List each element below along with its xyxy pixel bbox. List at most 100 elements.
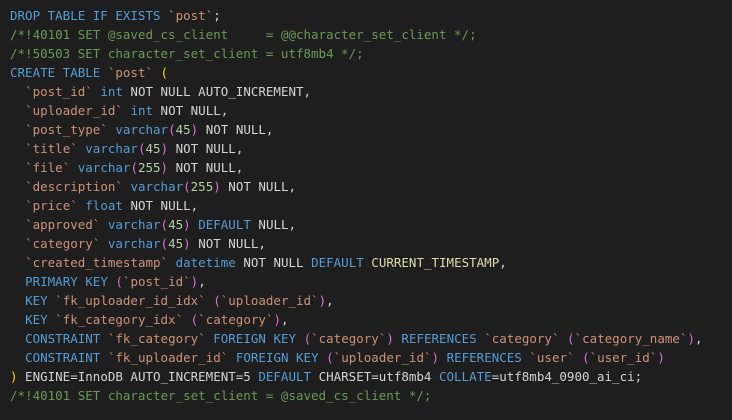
- code-token-ident: `price`: [25, 198, 78, 213]
- code-token-ident: `category`: [484, 331, 560, 346]
- code-token-bracket2: (: [326, 350, 334, 365]
- code-token-bracket2: (: [115, 274, 123, 289]
- code-token-comment: /*!40101 SET character_set_client = @sav…: [10, 388, 432, 403]
- code-token-bracket2: (: [303, 331, 312, 346]
- code-token-keyword: varchar: [115, 122, 169, 137]
- code-token-keyword: datetime: [175, 255, 236, 270]
- code-token-plain: NOT NULL,: [198, 122, 274, 137]
- code-token-bracket2: ): [183, 236, 191, 251]
- code-token-ident: `post`: [168, 8, 214, 23]
- code-line: `uploader_id` int NOT NULL,: [10, 101, 732, 120]
- code-token-keyword: REFERENCES: [446, 350, 522, 365]
- code-token-function: CURRENT_TIMESTAMP: [371, 255, 500, 270]
- code-token-ident: `post_id`: [122, 274, 191, 289]
- code-token-bracket2: ): [160, 141, 169, 156]
- code-token-number: 45: [168, 217, 184, 232]
- code-token-keyword: FOREIGN KEY: [213, 331, 297, 346]
- code-token-keyword: KEY: [25, 293, 48, 308]
- code-token-ident: `post_id`: [25, 84, 93, 99]
- code-token-comment: /*!50503 SET character_set_client = utf8…: [10, 46, 364, 61]
- code-token-keyword: REFERENCES: [401, 331, 477, 346]
- code-token-keyword: varchar: [107, 217, 161, 232]
- code-token-bracket2: (: [582, 350, 590, 365]
- code-token-plain: ,: [499, 255, 507, 270]
- code-token-keyword: CREATE TABLE: [10, 65, 108, 80]
- code-token-keyword: varchar: [77, 160, 131, 175]
- code-token-number: 45: [145, 141, 161, 156]
- code-token-keyword: CONSTRAINT: [25, 331, 101, 346]
- code-token-ident: `post_type`: [25, 122, 108, 137]
- code-token-bracket1: (: [160, 65, 169, 80]
- code-token-bracket2: ): [183, 217, 191, 232]
- code-line: KEY `fk_category_idx` (`category`),: [10, 310, 732, 329]
- code-line: `created_timestamp` datetime NOT NULL DE…: [10, 253, 732, 272]
- code-token-ident: `category`: [25, 236, 101, 251]
- code-token-plain: CHARSET=utf8mb4: [311, 369, 439, 384]
- code-token-ident: `uploader_id`: [333, 350, 432, 365]
- code-line: KEY `fk_uploader_id_idx` (`uploader_id`)…: [10, 291, 732, 310]
- code-token-bracket2: ): [431, 350, 440, 365]
- code-token-plain: ,: [280, 312, 289, 327]
- code-token-ident: `created_timestamp`: [25, 255, 169, 270]
- code-token-plain: ,: [326, 293, 334, 308]
- code-line: `description` varchar(255) NOT NULL,: [10, 177, 732, 196]
- code-token-ident: `fk_category`: [107, 331, 206, 346]
- code-token-bracket2: ): [213, 179, 221, 194]
- code-token-keyword: PRIMARY KEY: [25, 274, 108, 289]
- code-token-bracket2: (: [168, 122, 176, 137]
- code-token-plain: =utf8mb4_0900_ai_ci;: [491, 369, 643, 384]
- code-token-plain: ;: [213, 8, 221, 23]
- code-token-plain: NOT NULL,: [190, 236, 266, 251]
- code-token-keyword: DEFAULT: [258, 369, 312, 384]
- code-token-bracket2: (: [137, 141, 146, 156]
- code-editor[interactable]: DROP TABLE IF EXISTS `post`; /*!40101 SET…: [0, 0, 732, 420]
- code-token-plain: NOT NULL,: [122, 198, 199, 213]
- code-token-keyword: varchar: [85, 141, 138, 156]
- code-line: `approved` varchar(45) DEFAULT NULL,: [10, 215, 732, 234]
- code-token-ident: `category_name`: [574, 331, 688, 346]
- code-token-bracket2: ): [273, 312, 281, 327]
- code-line: CONSTRAINT `fk_category` FOREIGN KEY ( `c…: [10, 329, 732, 348]
- code-token-keyword: varchar: [130, 179, 184, 194]
- code-token-plain: NOT NULL,: [168, 141, 244, 156]
- code-token-plain: ENGINE=InnoDB AUTO_INCREMENT=5: [17, 369, 259, 384]
- code-token-keyword: CONSTRAINT: [25, 350, 101, 365]
- code-token-ident: `uploader_id`: [220, 293, 319, 308]
- code-token-number: 255: [190, 179, 214, 194]
- code-token-bracket2: ): [318, 293, 327, 308]
- code-token-ident: `category`: [198, 312, 274, 327]
- code-token-ident: `file`: [25, 160, 71, 175]
- code-token-bracket2: (: [130, 160, 138, 175]
- code-token-keyword: DEFAULT: [198, 217, 251, 232]
- code-token-ident: `post`: [107, 65, 153, 80]
- code-token-keyword: COLLATE: [438, 369, 492, 384]
- code-token-keyword: int: [100, 84, 123, 99]
- code-token-comment: /*!40101 SET @saved_cs_client = @@charac…: [10, 27, 477, 42]
- code-line: CREATE TABLE `post` (: [10, 63, 732, 82]
- code-token-bracket2: (: [183, 179, 191, 194]
- code-line: `post_id` int NOT NULL AUTO_INCREMENT,: [10, 82, 732, 101]
- code-token-keyword: KEY: [25, 312, 48, 327]
- code-token-bracket2: (: [160, 236, 169, 251]
- code-token-number: 45: [175, 122, 191, 137]
- code-token-ident: `fk_uploader_id`: [107, 350, 229, 365]
- code-token-ident: `description`: [25, 179, 123, 194]
- code-token-number: 255: [137, 160, 161, 175]
- code-line: PRIMARY KEY (`post_id`),: [10, 272, 732, 291]
- code-token-ident: `uploader_id`: [25, 103, 123, 118]
